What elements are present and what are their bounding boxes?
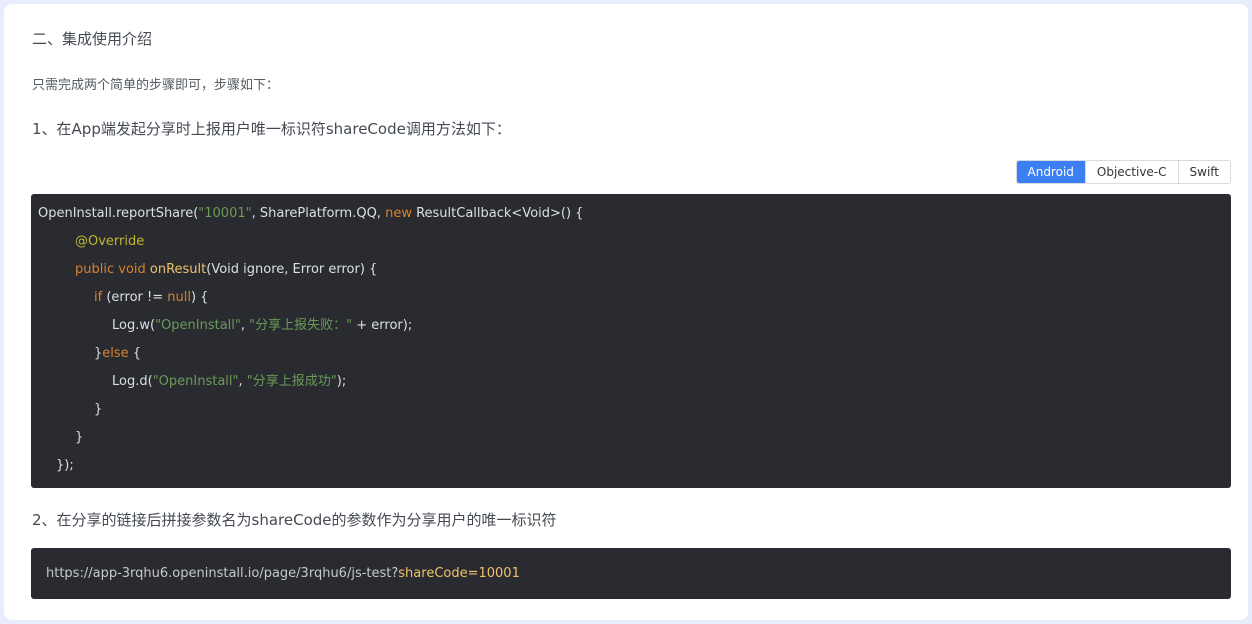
code-token-kw: public void	[75, 262, 150, 277]
code-token-plain: (error !=	[102, 290, 168, 305]
code-line: }	[31, 427, 1231, 455]
code-line: Log.w("OpenInstall", "分享上报失败：" + error);	[31, 315, 1231, 343]
code-token-plain: });	[56, 458, 74, 473]
code-token-plain: }	[75, 430, 84, 445]
code-token-plain: }	[94, 402, 103, 417]
step1-heading: 1、在App端发起分享时上报用户唯一标识符shareCode调用方法如下：	[32, 120, 511, 138]
code-token-plain: Log.w(	[112, 318, 156, 333]
code-token-kw: new	[385, 206, 412, 221]
step2-heading: 2、在分享的链接后拼接参数名为shareCode的参数作为分享用户的唯一标识符	[32, 511, 557, 529]
code-token-plain: ResultCallback<Void>() {	[411, 206, 584, 221]
code-token-kw: null	[167, 290, 191, 305]
code-token-plain: ,	[240, 318, 250, 333]
code-line: OpenInstall.reportShare("10001", SharePl…	[31, 203, 1231, 231]
code-line: Log.d("OpenInstall", "分享上报成功");	[31, 371, 1231, 399]
code-token-plain: ) {	[190, 290, 209, 305]
code-token-plain: , SharePlatform.QQ,	[251, 206, 386, 221]
code-token-str: "OpenInstall"	[155, 318, 241, 333]
code-token-str: "分享上报失败："	[249, 318, 353, 333]
code-line: @Override	[31, 231, 1231, 259]
code-line: }	[31, 399, 1231, 427]
code-token-kw: if	[94, 290, 103, 305]
code-token-plain: (Void ignore, Error error) {	[206, 262, 378, 277]
code-block: OpenInstall.reportShare("10001", SharePl…	[31, 194, 1231, 488]
code-token-plain: );	[336, 374, 347, 389]
code-line: }else {	[31, 343, 1231, 371]
section-title: 二、集成使用介绍	[32, 30, 153, 48]
code-token-fn: onResult	[149, 262, 207, 277]
code-line: });	[31, 455, 1231, 483]
code-token-str: "10001"	[198, 206, 252, 221]
code-line: if (error != null) {	[31, 287, 1231, 315]
url-param: shareCode=10001	[398, 566, 520, 581]
url-base: https://app-3rqhu6.openinstall.io/page/3…	[46, 566, 399, 581]
tab-objective-c[interactable]: Objective-C	[1084, 161, 1178, 183]
code-token-str: "OpenInstall"	[152, 374, 239, 389]
tab-android[interactable]: Android	[1016, 161, 1085, 183]
code-token-ann: @Override	[75, 234, 145, 249]
language-tabs: Android Objective-C Swift	[1015, 160, 1231, 184]
code-token-str: "分享上报成功"	[246, 374, 337, 389]
page-frame: 二、集成使用介绍 只需完成两个简单的步骤即可，步骤如下： 1、在App端发起分享…	[4, 4, 1248, 620]
url-block: https://app-3rqhu6.openinstall.io/page/3…	[31, 548, 1231, 599]
intro-text: 只需完成两个简单的步骤即可，步骤如下：	[32, 78, 280, 93]
code-token-plain: ,	[238, 374, 247, 389]
code-token-plain: {	[128, 346, 142, 361]
code-token-plain: + error);	[352, 318, 413, 333]
code-token-kw: else	[102, 346, 129, 361]
code-token-plain: Log.d(	[112, 374, 153, 389]
code-token-plain: OpenInstall.reportShare(	[38, 206, 199, 221]
code-line: public void onResult(Void ignore, Error …	[31, 259, 1231, 287]
tab-swift[interactable]: Swift	[1177, 161, 1230, 183]
